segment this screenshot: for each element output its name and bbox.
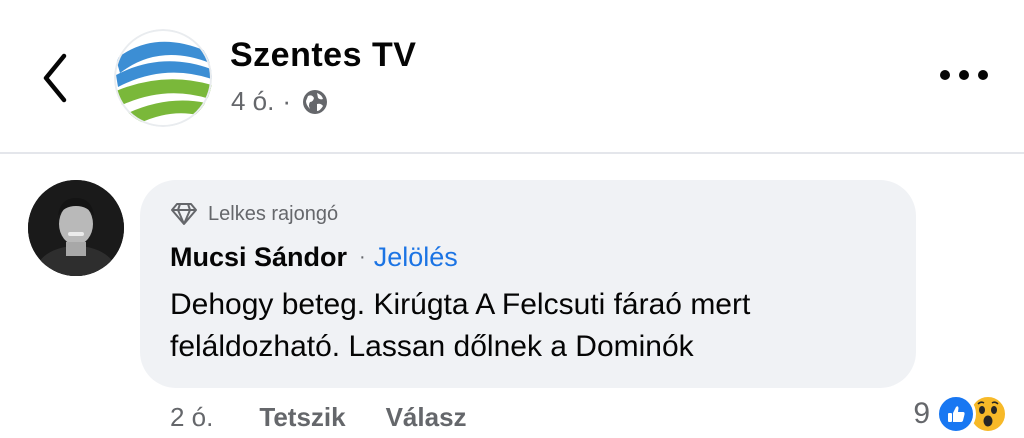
- comment-author[interactable]: Mucsi Sándor: [170, 242, 347, 273]
- page-name[interactable]: Szentes TV: [230, 36, 416, 75]
- chevron-left-icon: [43, 53, 67, 103]
- meta-dot: ·: [282, 86, 292, 116]
- globe-icon: [303, 89, 328, 114]
- header-divider: [0, 152, 1024, 154]
- comment-bubble: Lelkes rajongó Mucsi Sándor · Jelölés De…: [140, 180, 916, 388]
- author-line: Mucsi Sándor · Jelölés: [170, 242, 458, 273]
- post-header: Szentes TV 4 ó. ·: [0, 0, 1024, 152]
- reaction-summary[interactable]: 9: [913, 394, 1008, 434]
- comment-text: Dehogy beteg. Kirúgta A Felcsuti fáraó m…: [170, 288, 751, 363]
- diamond-icon: [171, 203, 197, 225]
- comment-actions: 2 ó. Tetszik Válasz: [170, 402, 507, 433]
- more-horizontal-icon: [940, 70, 950, 80]
- more-options-button[interactable]: [940, 60, 988, 90]
- back-button[interactable]: [36, 48, 76, 108]
- fan-badge: Lelkes rajongó: [170, 202, 338, 226]
- post-time[interactable]: 4 ó.: [231, 86, 274, 117]
- badge-label: Lelkes rajongó: [208, 202, 339, 225]
- commenter-avatar[interactable]: [28, 180, 124, 276]
- reply-button[interactable]: Válasz: [386, 402, 467, 433]
- author-separator: ·: [359, 246, 366, 268]
- like-button[interactable]: Tetszik: [259, 402, 345, 433]
- page-logo[interactable]: [114, 29, 212, 127]
- follow-link[interactable]: Jelölés: [374, 242, 458, 273]
- comment-time[interactable]: 2 ó.: [170, 402, 213, 433]
- reaction-count: 9: [913, 397, 930, 430]
- post-meta: 4 ó. ·: [231, 86, 329, 117]
- like-reaction-icon: [936, 394, 976, 434]
